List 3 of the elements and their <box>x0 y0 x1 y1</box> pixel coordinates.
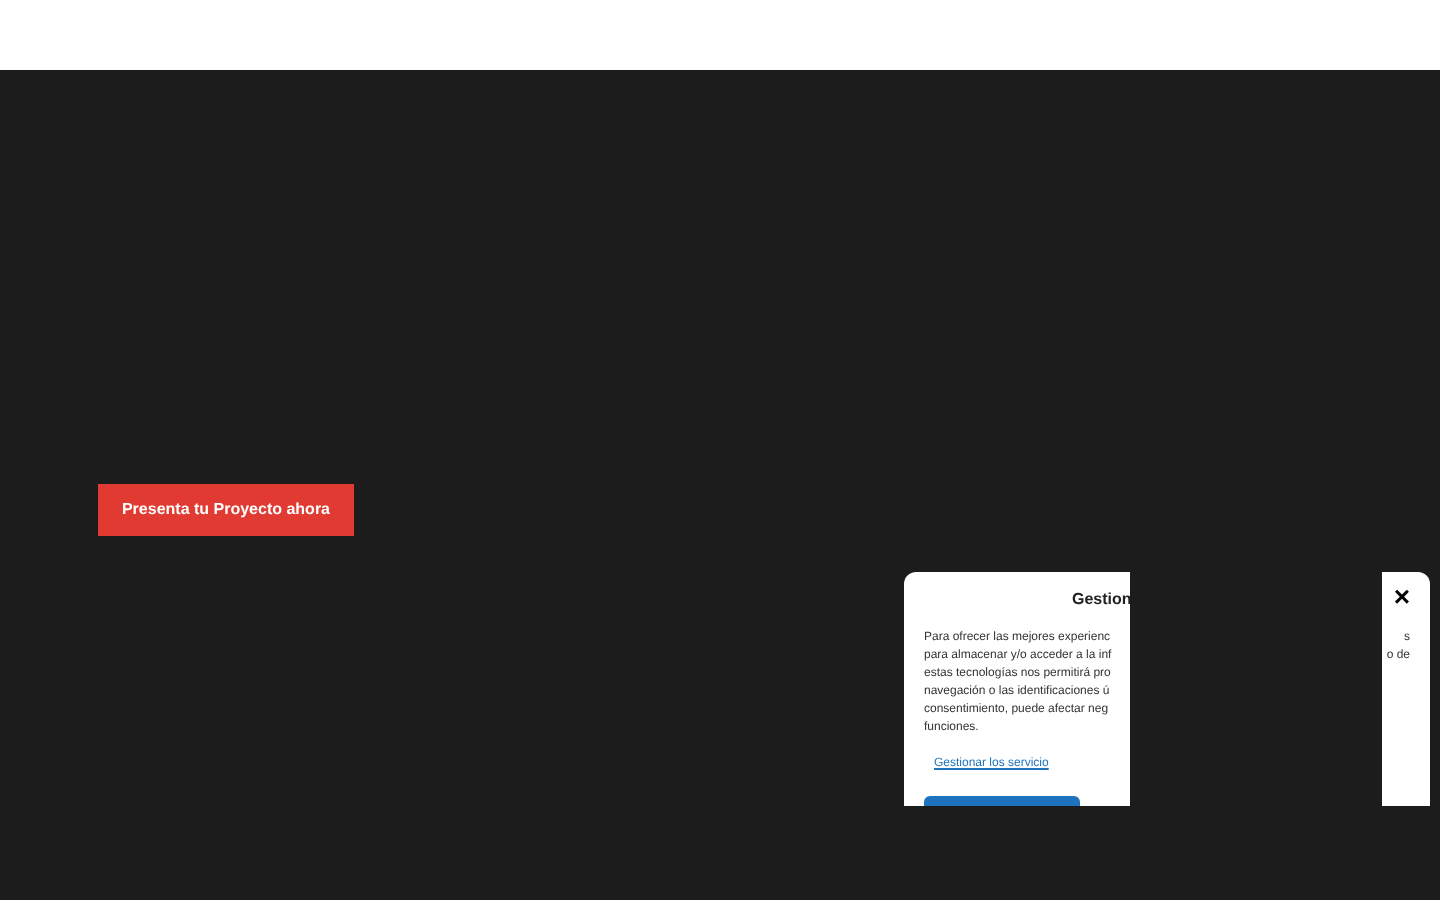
dialog-title: Gestion <box>1072 588 1132 612</box>
close-button[interactable]: × <box>1393 582 1410 610</box>
cta-button[interactable]: Presenta tu Proyecto ahora <box>98 484 354 536</box>
